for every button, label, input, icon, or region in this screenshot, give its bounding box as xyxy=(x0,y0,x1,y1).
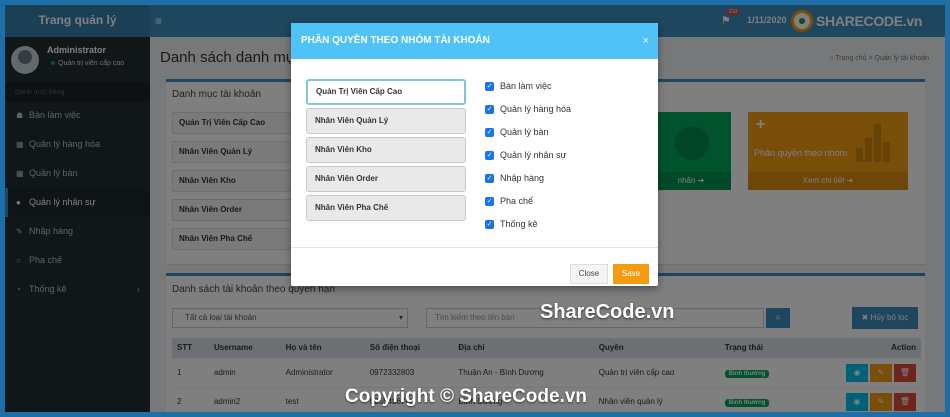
checkbox-checked-icon[interactable]: ✓ xyxy=(485,128,494,138)
permission-modal: PHÂN QUYỀN THEO NHÓM TÀI KHOẢN × Quản Tr… xyxy=(291,23,658,286)
app-frame: Trang quản lý ≡ ⚑213 1/11/2020 SHARECODE… xyxy=(5,5,945,412)
checkbox-checked-icon[interactable]: ✓ xyxy=(485,82,494,92)
permission-item[interactable]: ✓ Bàn làm việc xyxy=(485,80,552,92)
checkbox-checked-icon[interactable]: ✓ xyxy=(485,174,494,184)
permission-label: Bàn làm việc xyxy=(500,81,552,91)
permission-label: Thống kê xyxy=(500,219,538,229)
watermark-center: ShareCode.vn xyxy=(540,301,675,323)
modal-footer-divider xyxy=(291,247,658,248)
permission-item[interactable]: ✓ Nhập hàng xyxy=(485,172,544,184)
close-icon[interactable]: × xyxy=(643,23,649,59)
permission-item[interactable]: ✓ Quản lý bàn xyxy=(485,126,549,138)
permission-item[interactable]: ✓ Pha chế xyxy=(485,195,533,207)
role-option[interactable]: Nhân Viên Order xyxy=(306,166,466,192)
checkbox-checked-icon[interactable]: ✓ xyxy=(485,105,494,115)
permission-label: Quản lý hàng hóa xyxy=(500,104,572,114)
checkbox-checked-icon[interactable]: ✓ xyxy=(485,151,494,161)
watermark-bottom: Copyright © ShareCode.vn xyxy=(345,386,588,407)
permission-label: Pha chế xyxy=(500,196,534,206)
permission-item[interactable]: ✓ Quản lý hàng hóa xyxy=(485,103,571,115)
permission-item[interactable]: ✓ Quản lý nhân sự xyxy=(485,149,567,161)
permission-item[interactable]: ✓ Thống kê xyxy=(485,218,538,230)
close-button[interactable]: Close xyxy=(570,264,608,284)
permission-label: Nhập hàng xyxy=(500,173,545,183)
modal-title: PHÂN QUYỀN THEO NHÓM TÀI KHOẢN xyxy=(301,35,490,46)
role-option[interactable]: Nhân Viên Kho xyxy=(306,137,466,163)
checkbox-checked-icon[interactable]: ✓ xyxy=(485,220,494,230)
role-option[interactable]: Nhân Viên Pha Chế xyxy=(306,195,466,221)
role-option[interactable]: Quản Trị Viên Cấp Cao xyxy=(306,79,466,105)
modal-header: PHÂN QUYỀN THEO NHÓM TÀI KHOẢN × xyxy=(291,23,658,59)
role-option[interactable]: Nhân Viên Quản Lý xyxy=(306,108,466,134)
save-button[interactable]: Save xyxy=(613,264,649,284)
permission-label: Quản lý bàn xyxy=(500,127,549,137)
permission-label: Quản lý nhân sự xyxy=(500,150,567,160)
checkbox-checked-icon[interactable]: ✓ xyxy=(485,197,494,207)
